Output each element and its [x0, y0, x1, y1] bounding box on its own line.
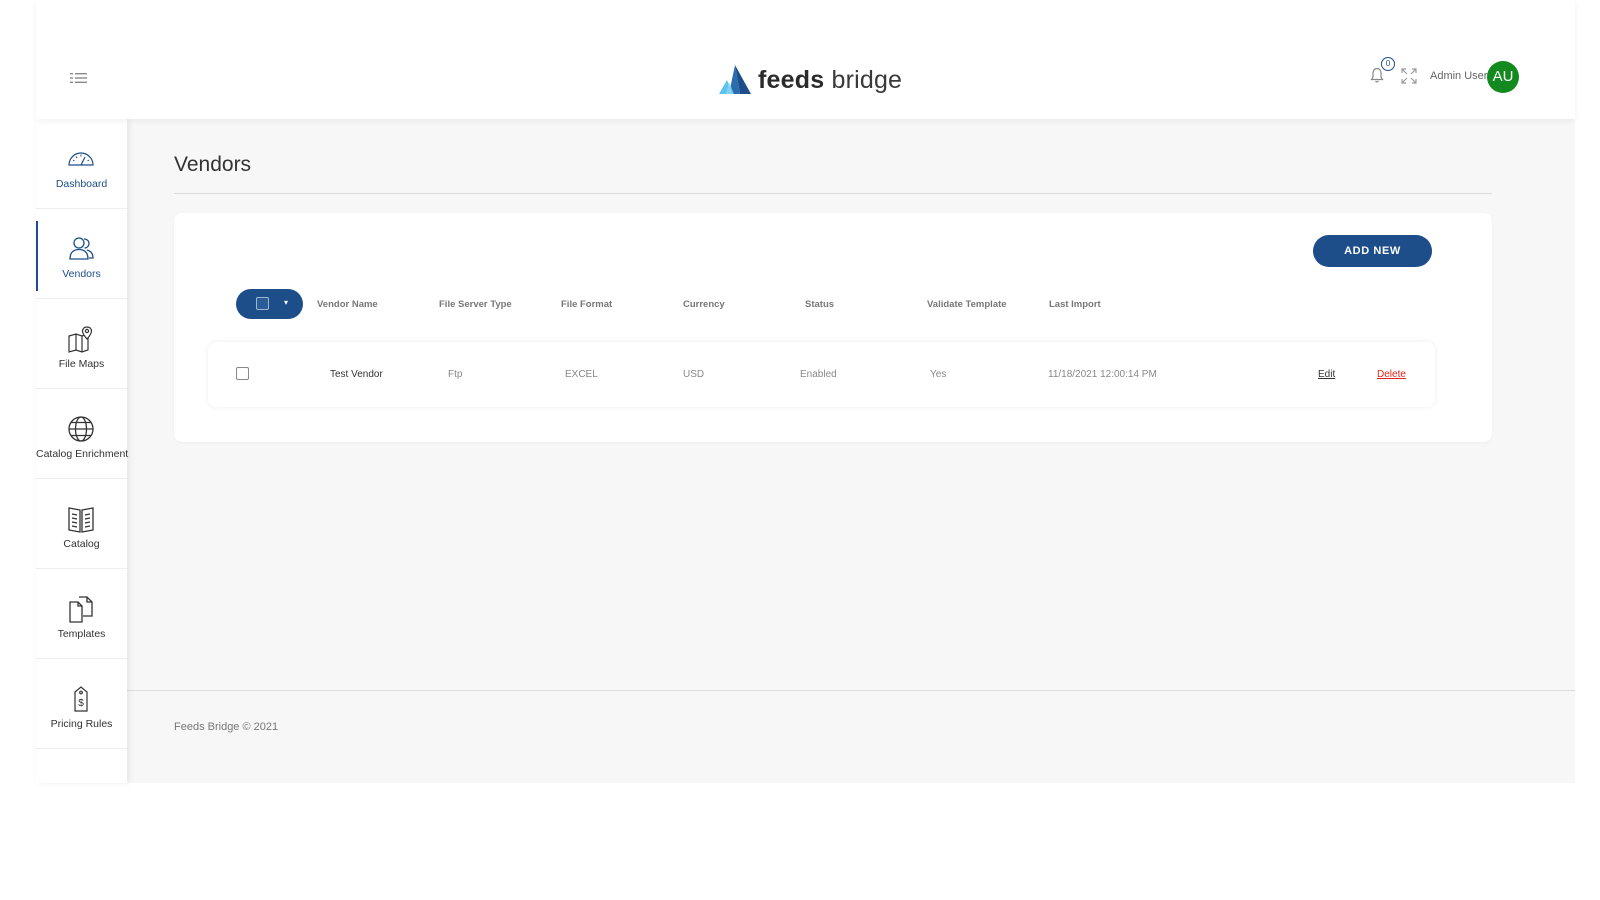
sidebar-item-catalog-enrichment[interactable]: Catalog Enrichment	[36, 389, 129, 479]
globe-icon	[68, 416, 94, 442]
column-header-vendor-name[interactable]: Vendor Name	[317, 299, 378, 310]
user-name[interactable]: Admin User	[1430, 70, 1487, 82]
sidebar-item-dashboard[interactable]: Dashboard	[36, 119, 127, 209]
avatar[interactable]: AU	[1487, 61, 1519, 93]
price-tag-icon: $	[74, 686, 88, 712]
book-icon	[68, 507, 94, 533]
column-header-last-import[interactable]: Last Import	[1049, 299, 1101, 310]
delete-link[interactable]: Delete	[1377, 369, 1406, 380]
sidebar-item-label: Templates	[57, 628, 106, 640]
sidebar-item-file-maps[interactable]: File Maps	[36, 299, 127, 389]
sidebar-item-pricing-rules[interactable]: $ Pricing Rules	[36, 659, 127, 749]
page-title: Vendors	[174, 153, 252, 176]
top-header: feeds bridge 0 Admin User AU	[36, 0, 1575, 119]
main-content: Vendors ADD NEW ▾ Vendor Name File Serve…	[127, 119, 1575, 690]
sidebar: Dashboard Vendors File Maps Catalog Enri…	[36, 119, 129, 783]
row-checkbox[interactable]	[236, 367, 249, 380]
sidebar-item-label: Catalog	[63, 538, 100, 550]
table-row: Test Vendor Ftp EXCEL USD Enabled Yes 11…	[208, 342, 1435, 407]
fullscreen-icon[interactable]	[1401, 68, 1417, 84]
logo-text: feeds bridge	[758, 65, 903, 94]
column-header-file-format[interactable]: File Format	[561, 299, 612, 310]
sidebar-item-vendors[interactable]: Vendors	[36, 209, 127, 299]
notification-count-badge: 0	[1381, 57, 1395, 71]
sidebar-item-templates[interactable]: Templates	[36, 569, 127, 659]
edit-link[interactable]: Edit	[1318, 369, 1335, 380]
logo-mark-icon	[719, 65, 751, 94]
cell-file-server-type: Ftp	[448, 369, 463, 380]
column-header-file-server-type[interactable]: File Server Type	[439, 299, 512, 310]
documents-icon	[69, 596, 93, 623]
add-new-button[interactable]: ADD NEW	[1313, 235, 1432, 267]
footer-copyright: Feeds Bridge © 2021	[174, 721, 279, 733]
cell-status: Enabled	[800, 369, 837, 380]
caret-down-icon[interactable]: ▾	[284, 298, 288, 307]
column-header-currency[interactable]: Currency	[683, 299, 725, 310]
cell-validate-template: Yes	[930, 369, 947, 380]
sidebar-item-label: Dashboard	[55, 178, 108, 190]
app-root: feeds bridge 0 Admin User AU Dashboard V…	[36, 0, 1575, 783]
menu-toggle-icon[interactable]	[70, 70, 90, 86]
cell-currency: USD	[683, 369, 705, 380]
sidebar-item-label: Pricing Rules	[50, 718, 113, 730]
bulk-select-dropdown[interactable]: ▾	[236, 289, 303, 319]
map-icon	[68, 326, 93, 353]
title-divider	[174, 193, 1492, 194]
column-header-status[interactable]: Status	[805, 299, 834, 310]
sidebar-item-catalog[interactable]: Catalog	[36, 479, 127, 569]
svg-text:$: $	[78, 698, 84, 709]
users-icon	[69, 237, 94, 260]
sidebar-item-label: Vendors	[62, 268, 101, 280]
speedometer-icon	[68, 152, 94, 166]
footer: Feeds Bridge © 2021	[127, 690, 1575, 783]
sidebar-item-label: Catalog Enrichment	[36, 448, 129, 460]
brand-logo[interactable]: feeds bridge	[718, 62, 902, 98]
cell-last-import: 11/18/2021 12:00:14 PM	[1048, 369, 1157, 380]
cell-vendor-name: Test Vendor	[330, 369, 383, 380]
select-all-checkbox[interactable]	[256, 297, 269, 310]
vendors-table-card: ADD NEW ▾ Vendor Name File Server Type F…	[174, 213, 1492, 442]
sidebar-item-label: File Maps	[58, 358, 105, 370]
cell-file-format: EXCEL	[565, 369, 598, 380]
column-header-validate-template[interactable]: Validate Template	[927, 299, 1007, 310]
